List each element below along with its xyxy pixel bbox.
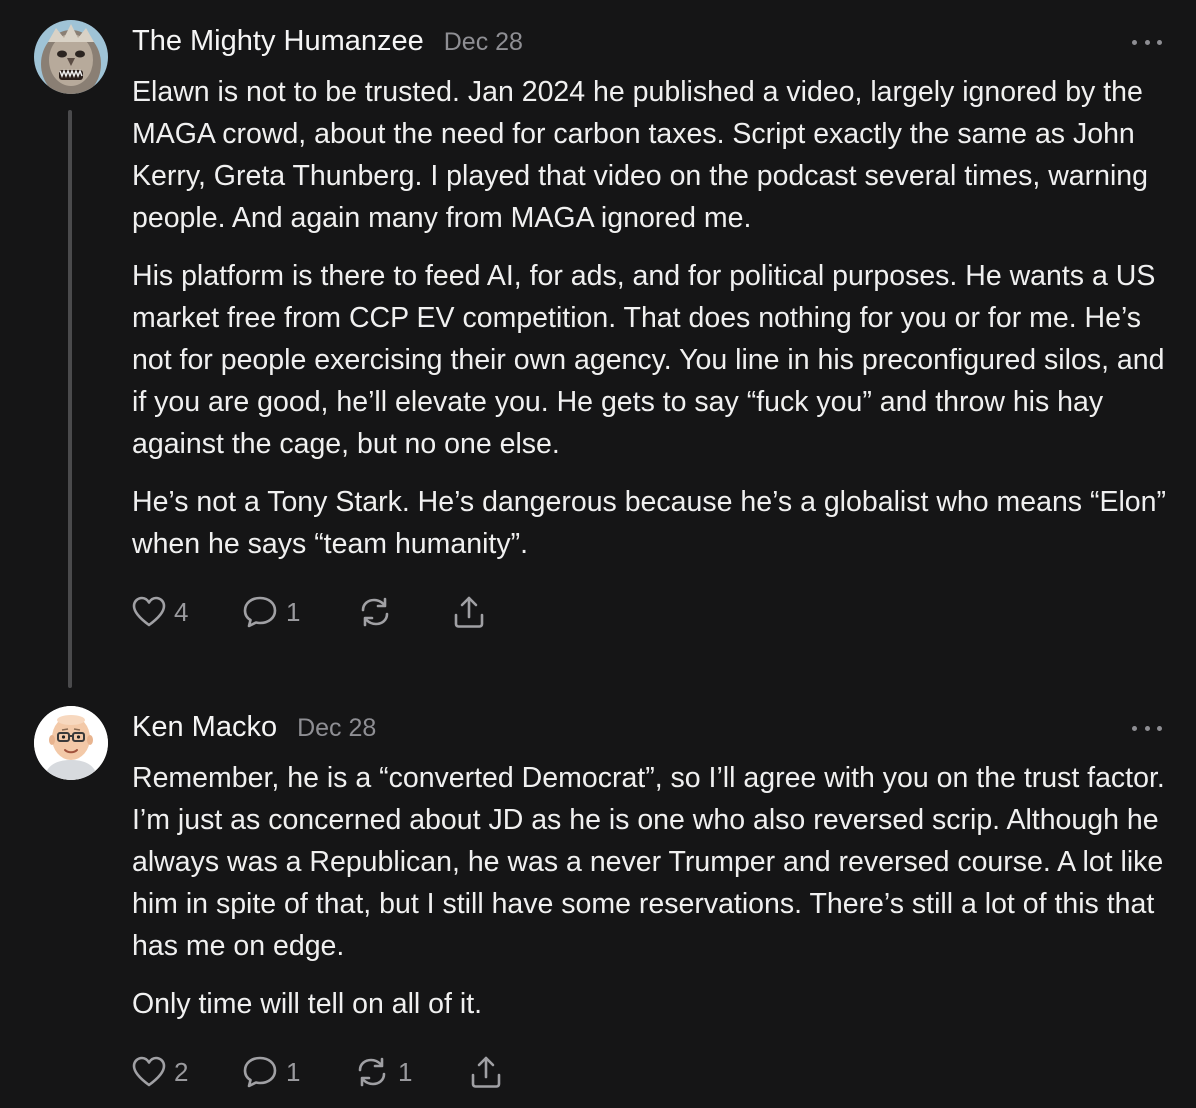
heart-icon	[132, 596, 166, 627]
comment-body: Elawn is not to be trusted. Jan 2024 he …	[132, 71, 1182, 581]
author-name[interactable]: The Mighty Humanzee	[132, 25, 424, 58]
restack-count: 1	[398, 1056, 413, 1087]
restack-button[interactable]	[357, 595, 451, 629]
reply-button[interactable]: 1	[242, 595, 357, 629]
thread-line	[68, 110, 72, 688]
like-count: 4	[174, 596, 189, 627]
comment-icon	[243, 1056, 277, 1088]
more-options-icon[interactable]	[1132, 722, 1162, 734]
reply-count: 1	[286, 596, 301, 627]
heart-icon	[132, 1056, 166, 1087]
like-button[interactable]: 4	[132, 596, 242, 628]
reply-button[interactable]: 1	[242, 1055, 354, 1089]
comment-actions: 2 1 1	[132, 1052, 504, 1092]
comment-date[interactable]: Dec 28	[444, 28, 523, 57]
like-count: 2	[174, 1056, 189, 1087]
reply-count: 1	[286, 1056, 301, 1087]
comment-icon	[243, 596, 277, 628]
share-button[interactable]	[468, 1054, 504, 1090]
comment-body: Remember, he is a “converted Democrat”, …	[132, 757, 1182, 1041]
comment-paragraph: Elawn is not to be trusted. Jan 2024 he …	[132, 76, 1148, 234]
comment-paragraph: He’s not a Tony Stark. He’s dangerous be…	[132, 486, 1167, 560]
share-icon	[454, 596, 484, 628]
restack-icon	[358, 1057, 386, 1087]
comment-date[interactable]: Dec 28	[297, 714, 376, 743]
share-icon	[471, 1056, 501, 1088]
bald-man-glasses-avatar-icon	[34, 706, 108, 780]
author-name[interactable]: Ken Macko	[132, 711, 277, 744]
more-options-icon[interactable]	[1132, 36, 1162, 48]
avatar[interactable]	[34, 706, 108, 780]
bigfoot-avatar-icon	[34, 20, 108, 94]
restack-icon	[361, 597, 389, 627]
share-button[interactable]	[451, 594, 487, 630]
comment-paragraph: His platform is there to feed AI, for ad…	[132, 260, 1165, 460]
comment-header: Ken Macko Dec 28	[132, 711, 376, 744]
avatar[interactable]	[34, 20, 108, 94]
comment-paragraph: Remember, he is a “converted Democrat”, …	[132, 762, 1165, 962]
comment-actions: 4 1	[132, 592, 487, 632]
comment-paragraph: Only time will tell on all of it.	[132, 988, 483, 1020]
comment-header: The Mighty Humanzee Dec 28	[132, 25, 523, 58]
restack-button[interactable]: 1	[354, 1055, 468, 1089]
like-button[interactable]: 2	[132, 1056, 242, 1088]
